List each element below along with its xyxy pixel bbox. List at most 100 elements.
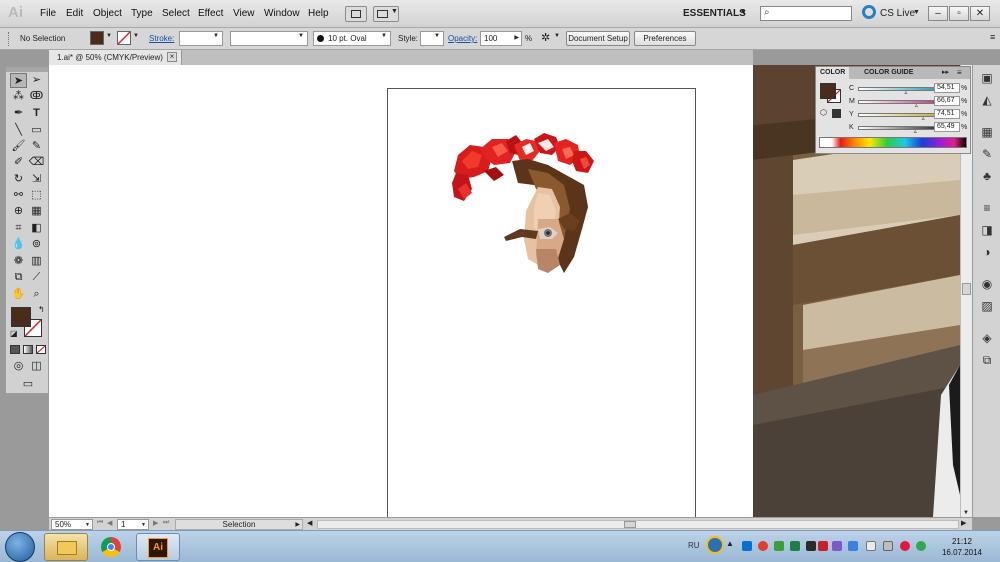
graphic-style-field[interactable]: ▼ <box>420 31 444 46</box>
tray-app-2-icon[interactable] <box>790 541 800 551</box>
menu-object[interactable]: Object <box>93 8 122 19</box>
help-search-input[interactable]: ⌕ <box>760 6 852 21</box>
blob-brush-tool-icon[interactable]: ✐ <box>10 155 27 170</box>
control-bar-menu-icon[interactable]: ≡ <box>990 32 995 42</box>
stroke-weight-field[interactable]: ▼ <box>179 31 223 46</box>
menu-file[interactable]: File <box>40 8 56 19</box>
tray-app-icon[interactable] <box>774 541 784 551</box>
value-c[interactable]: 54,51 <box>934 83 960 93</box>
hand-tool-icon[interactable]: ✋ <box>10 287 27 302</box>
document-setup-button[interactable]: Document Setup <box>566 31 630 46</box>
horizontal-scroll-thumb[interactable] <box>624 521 636 528</box>
symbols-panel-icon[interactable]: ♣ <box>979 169 995 183</box>
scroll-left-icon[interactable]: ◀ <box>307 519 312 527</box>
slice-tool-icon[interactable]: ⟋ <box>28 270 45 285</box>
transparency-panel-icon[interactable]: ◑ <box>979 245 995 259</box>
menu-view[interactable]: View <box>233 8 255 19</box>
clock[interactable]: 21:12 16.07.2014 <box>930 536 994 558</box>
arrange-documents-icon[interactable]: ▼ <box>373 6 399 22</box>
volume-icon[interactable] <box>883 541 893 551</box>
tab-color-guide[interactable]: COLOR GUIDE <box>860 67 917 79</box>
appearance-panel-icon[interactable]: ◉ <box>979 277 995 291</box>
slider-c[interactable]: ▵ <box>858 87 946 96</box>
panel-menu-icon[interactable]: ≡ <box>957 68 962 77</box>
taskbar-illustrator-button[interactable]: Ai <box>136 533 180 561</box>
tray-app-3-icon[interactable] <box>806 541 816 551</box>
bluetooth-icon[interactable] <box>742 541 752 551</box>
antivirus-icon[interactable] <box>758 541 768 551</box>
free-transform-tool-icon[interactable]: ⬚ <box>28 188 45 203</box>
tools-panel-grip[interactable] <box>6 67 48 72</box>
menu-select[interactable]: Select <box>162 8 190 19</box>
opacity-label[interactable]: Opacity: <box>448 34 477 43</box>
artboard-tool-icon[interactable]: ⧉ <box>10 270 27 285</box>
status-menu[interactable]: Selection ▶ <box>175 519 303 530</box>
artboard-navigation-field[interactable]: 1 ▼ <box>117 519 149 530</box>
horizontal-scrollbar[interactable] <box>317 520 959 529</box>
collapse-panel-icon[interactable]: ▸▸ <box>942 68 949 76</box>
stroke-dropdown-icon[interactable]: ▼ <box>133 33 139 39</box>
gradient-tool-icon[interactable]: ◧ <box>28 221 45 236</box>
slider-y-marker[interactable]: ▵ <box>922 116 925 122</box>
bridge-icon[interactable] <box>345 6 367 22</box>
menu-type[interactable]: Type <box>131 8 153 19</box>
menu-help[interactable]: Help <box>308 8 329 19</box>
stroke-swatch[interactable] <box>117 31 131 45</box>
graphic-styles-panel-icon[interactable]: ▨ <box>979 299 995 313</box>
taskbar-chrome-button[interactable] <box>90 533 134 561</box>
rectangle-tool-icon[interactable]: ▭ <box>28 123 45 138</box>
language-indicator[interactable]: RU <box>688 541 700 550</box>
zoom-tool-icon[interactable]: ⌕ <box>28 287 45 302</box>
scroll-down-icon[interactable]: ▼ <box>963 510 969 516</box>
control-bar-grip[interactable] <box>8 32 12 46</box>
type-tool-icon[interactable]: T <box>28 106 45 121</box>
recolor-dropdown-icon[interactable]: ▼ <box>554 33 560 39</box>
gradient-mode-icon[interactable] <box>23 345 33 354</box>
eyedropper-tool-icon[interactable]: 💧 <box>10 237 27 252</box>
slider-c-marker[interactable]: ▵ <box>904 90 907 96</box>
selection-tool-icon[interactable]: ➤ <box>10 73 27 88</box>
fill-swatch[interactable] <box>90 31 104 45</box>
swap-fill-stroke-icon[interactable]: ↰ <box>38 305 45 314</box>
color-panel-icon[interactable]: ▣ <box>979 71 995 85</box>
menu-edit[interactable]: Edit <box>66 8 83 19</box>
tray-app-6-icon[interactable] <box>848 541 858 551</box>
tray-expand-icon[interactable]: ▲ <box>726 539 734 548</box>
paintbrush-tool-icon[interactable]: 🖌 <box>10 139 27 154</box>
workspace-switcher[interactable]: ESSENTIALS <box>683 8 746 19</box>
color-guide-panel-icon[interactable]: ◭ <box>979 93 995 107</box>
scale-tool-icon[interactable]: ⇲ <box>28 172 45 187</box>
fill-color-box[interactable] <box>11 307 31 327</box>
perspective-grid-tool-icon[interactable]: ▦ <box>28 204 45 219</box>
shape-builder-tool-icon[interactable]: ⊕ <box>10 204 27 219</box>
fill-dropdown-icon[interactable]: ▼ <box>106 33 112 39</box>
opacity-field[interactable]: 100 ▶ <box>480 31 522 46</box>
value-y[interactable]: 74,51 <box>934 109 960 119</box>
default-colors-icon[interactable]: ◪ <box>10 329 18 338</box>
pen-tool-icon[interactable]: ✒ <box>10 106 27 121</box>
vertical-scroll-thumb[interactable] <box>962 283 971 295</box>
brushes-panel-icon[interactable]: ✎ <box>979 147 995 161</box>
network-icon[interactable] <box>866 541 876 551</box>
close-window-button[interactable]: ✕ <box>970 6 990 21</box>
stroke-label[interactable]: Stroke: <box>149 34 174 43</box>
width-tool-icon[interactable]: ⚯ <box>10 188 27 203</box>
first-artboard-icon[interactable]: ⏮ <box>97 519 103 527</box>
opacity-stepper-icon[interactable]: ▶ <box>514 34 519 41</box>
draw-inside-icon[interactable]: ◫ <box>28 359 45 374</box>
start-button[interactable] <box>5 532 35 562</box>
preferences-button[interactable]: Preferences <box>634 31 696 46</box>
minimize-button[interactable]: – <box>928 6 948 21</box>
slider-k-marker[interactable]: ▵ <box>914 129 917 135</box>
tray-app-5-icon[interactable] <box>832 541 842 551</box>
slider-m[interactable]: ▵ <box>858 100 946 109</box>
slider-m-marker[interactable]: ▵ <box>915 103 918 109</box>
out-of-gamut-icon[interactable]: ⬡ <box>820 108 827 117</box>
cs-live-label[interactable]: CS Live <box>880 8 915 19</box>
stroke-panel-icon[interactable]: ≡ <box>979 201 995 215</box>
artboard[interactable] <box>387 88 696 518</box>
web-safe-swatch[interactable] <box>832 109 841 118</box>
layers-panel-icon[interactable]: ◈ <box>979 331 995 345</box>
slider-k[interactable]: ▵ <box>858 126 946 135</box>
screen-mode-icon[interactable]: ▭ <box>18 377 38 392</box>
